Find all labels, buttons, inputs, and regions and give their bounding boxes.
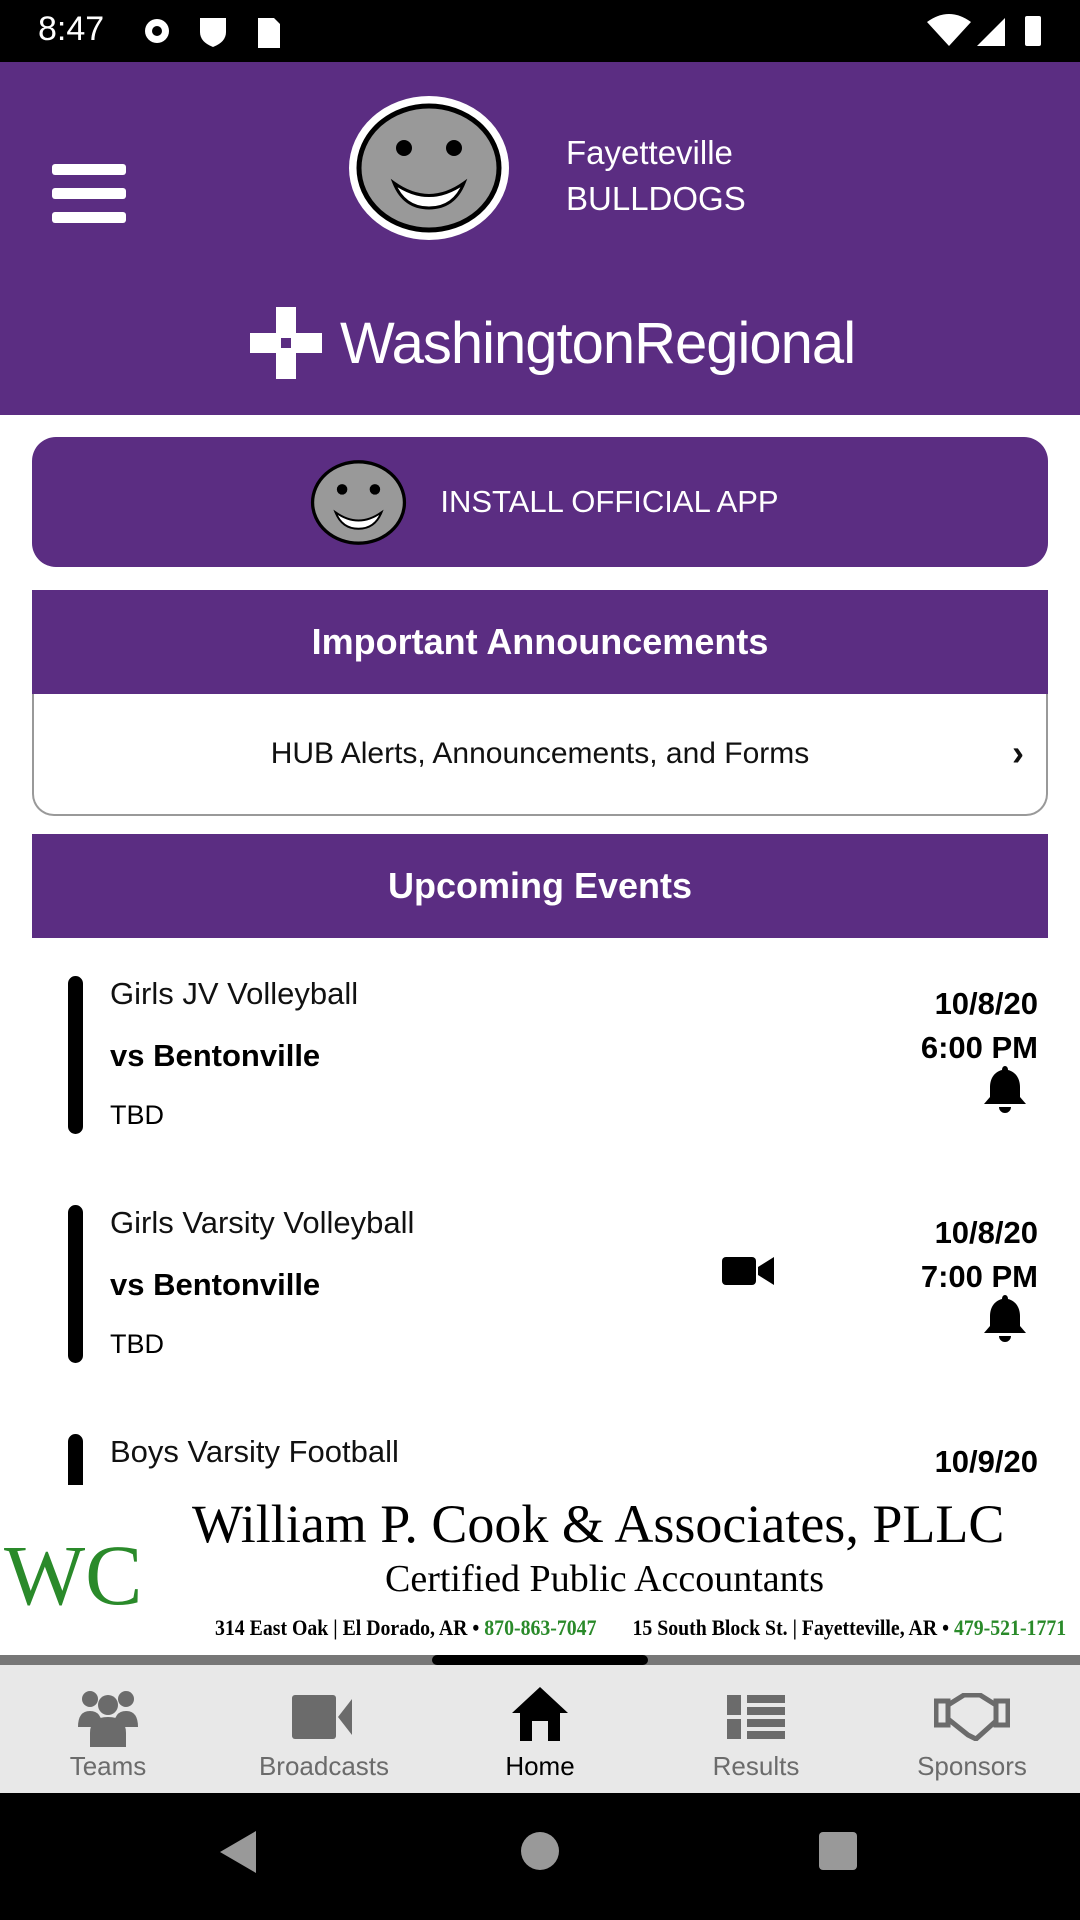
school-mascot: BULLDOGS xyxy=(566,180,746,217)
signal-battery-icons xyxy=(927,14,1041,46)
tab-broadcasts[interactable]: Broadcasts xyxy=(216,1665,432,1793)
tab-label: Home xyxy=(505,1751,575,1781)
people-icon xyxy=(78,1691,138,1747)
event-row[interactable]: Girls JV Volleyball vs Bentonville TBD 1… xyxy=(0,976,1080,1176)
ad-address-1: 314 East Oak | El Dorado, AR • xyxy=(215,1615,485,1640)
tab-label: Teams xyxy=(69,1751,147,1781)
event-title: Girls JV Volleyball xyxy=(110,976,359,1011)
event-date: 10/9/20 xyxy=(934,1444,1038,1479)
ad-address-2: 15 South Block St. | Fayetteville, AR • xyxy=(632,1615,954,1640)
ad-phone-2: 479-521-1771 xyxy=(953,1615,1067,1640)
clock: 8:47 xyxy=(38,10,105,48)
status-icons xyxy=(145,18,280,48)
event-opponent: vs Bentonville xyxy=(110,1038,321,1073)
scroll-indicator xyxy=(0,1655,1080,1665)
install-app-button[interactable]: INSTALL OFFICIAL APP xyxy=(32,437,1048,567)
upcoming-events-header: Upcoming Events xyxy=(32,834,1048,938)
event-title: Girls Varsity Volleyball xyxy=(110,1205,415,1240)
tab-label: Broadcasts xyxy=(258,1751,390,1781)
event-indicator xyxy=(68,976,83,1134)
app-header: Fayetteville BULLDOGS WashingtonRegional xyxy=(0,62,1080,415)
washington-regional-logo-icon xyxy=(250,307,322,379)
tab-sponsors[interactable]: Sponsors xyxy=(864,1665,1080,1793)
status-bar: 8:47 xyxy=(0,0,1080,62)
event-date: 10/8/20 xyxy=(934,1215,1038,1250)
bell-icon[interactable] xyxy=(982,1293,1028,1343)
bulldog-logo xyxy=(349,96,509,240)
event-location: TBD xyxy=(110,1329,164,1359)
home-button-icon[interactable] xyxy=(520,1831,560,1871)
school-name: Fayetteville BULLDOGS xyxy=(566,130,746,222)
tab-home[interactable]: Home xyxy=(432,1665,648,1793)
menu-button[interactable] xyxy=(52,164,126,224)
sponsor-ad[interactable]: WC William P. Cook & Associates, PLLC Ce… xyxy=(0,1485,1080,1655)
ad-phone-1: 870-863-7047 xyxy=(484,1615,597,1640)
event-datetime: 10/8/20 7:00 PM xyxy=(921,1211,1038,1299)
home-icon xyxy=(512,1687,568,1741)
tab-teams[interactable]: Teams xyxy=(0,1665,216,1793)
event-location: TBD xyxy=(110,1100,164,1130)
tab-results[interactable]: Results xyxy=(648,1665,864,1793)
school-city: Fayetteville xyxy=(566,134,733,171)
ad-logo: WC xyxy=(4,1527,143,1623)
event-datetime: 10/9/20 xyxy=(935,1440,1038,1484)
handshake-icon xyxy=(934,1693,1010,1741)
event-opponent: vs Bentonville xyxy=(110,1267,321,1302)
ad-subtitle: Certified Public Accountants xyxy=(385,1558,825,1600)
announcements-header: Important Announcements xyxy=(32,590,1048,694)
system-nav-bar xyxy=(0,1793,1080,1920)
announcement-item[interactable]: HUB Alerts, Announcements, and Forms › xyxy=(32,694,1048,816)
sponsor-banner[interactable]: WashingtonRegional xyxy=(250,307,856,379)
tab-label: Results xyxy=(712,1751,800,1781)
event-datetime: 10/8/20 6:00 PM xyxy=(921,982,1038,1070)
bulldog-icon xyxy=(311,459,407,545)
event-title: Boys Varsity Football xyxy=(110,1434,399,1469)
bottom-tab-bar: Teams Broadcasts Home Results Sponsors xyxy=(0,1665,1080,1793)
event-date: 10/8/20 xyxy=(934,986,1038,1021)
ad-addresses: 314 East Oak | El Dorado, AR • 870-863-7… xyxy=(215,1615,1066,1641)
chevron-right-icon: › xyxy=(1012,732,1024,773)
event-indicator xyxy=(68,1205,83,1363)
tab-label: Sponsors xyxy=(917,1751,1027,1781)
recents-button-icon[interactable] xyxy=(818,1831,858,1871)
video-camera-icon xyxy=(292,1695,352,1739)
event-row[interactable]: Girls Varsity Volleyball vs Bentonville … xyxy=(0,1205,1080,1405)
back-button-icon[interactable] xyxy=(218,1829,258,1875)
bell-icon[interactable] xyxy=(982,1064,1028,1114)
announcement-item-label: HUB Alerts, Announcements, and Forms xyxy=(270,737,810,770)
ad-company-name: William P. Cook & Associates, PLLC xyxy=(192,1494,1005,1554)
install-app-label: INSTALL OFFICIAL APP xyxy=(440,484,779,519)
list-icon xyxy=(727,1695,785,1739)
sponsor-banner-text: WashingtonRegional xyxy=(340,310,856,376)
video-camera-icon[interactable] xyxy=(722,1255,774,1287)
